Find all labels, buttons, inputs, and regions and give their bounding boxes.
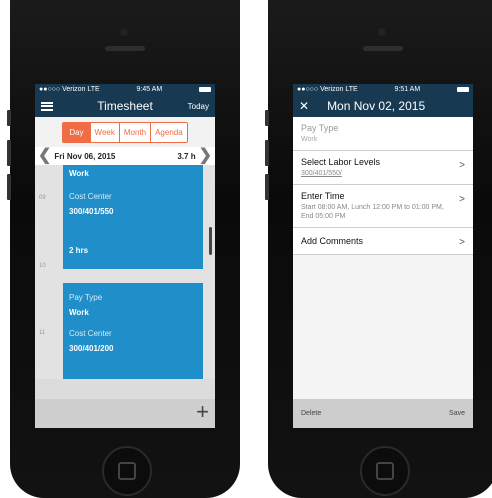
row-title: Add Comments: [301, 236, 364, 246]
plus-icon[interactable]: +: [196, 401, 209, 423]
bottom-toolbar: +: [35, 399, 215, 428]
row-subtitle: 300/401/550/: [301, 170, 342, 177]
scrollbar[interactable]: [209, 227, 212, 255]
save-button[interactable]: Save: [449, 410, 465, 417]
cost-center-label: Cost Center: [69, 192, 112, 201]
home-button: [360, 446, 410, 496]
tab-day[interactable]: Day: [63, 122, 90, 142]
current-date: Fri Nov 06, 2015: [54, 151, 116, 161]
entry-pay-value: Work: [69, 308, 89, 317]
status-bar: ●●○○○ Verizon LTE 9:51 AM: [293, 84, 473, 95]
page-title: Mon Nov 02, 2015: [327, 99, 426, 113]
battery-icon: [198, 87, 211, 92]
pay-type-label: Pay Type: [69, 293, 103, 302]
mute-switch: [7, 110, 11, 126]
timesheet-entry[interactable]: Work Cost Center 300/401/550 2 hrs: [63, 165, 203, 269]
row-title: Pay Type: [301, 123, 339, 133]
hour-label: 10: [39, 263, 46, 269]
delete-button[interactable]: Delete: [301, 410, 321, 417]
camera-icon: [378, 28, 386, 36]
carrier-label: ●●○○○ Verizon LTE: [39, 86, 100, 93]
app-header: Timesheet Today: [35, 95, 215, 117]
chevron-right-icon: >: [459, 194, 465, 205]
carrier-label: ●●○○○ Verizon LTE: [297, 86, 358, 93]
cost-center-value: 300/401/200: [69, 344, 114, 353]
volume-down-button: [265, 174, 269, 200]
row-title: Enter Time: [301, 191, 345, 201]
status-time: 9:45 AM: [136, 86, 163, 93]
pay-type-row: Pay Type Work: [293, 117, 473, 151]
tab-agenda[interactable]: Agenda: [150, 122, 187, 142]
day-timeline: 09 10 11 Work Cost Center 300/401/550 2 …: [35, 165, 215, 379]
home-button: [102, 446, 152, 496]
battery-icon: [456, 87, 469, 92]
chevron-right-icon: >: [459, 160, 465, 171]
row-subtitle: Start 08:00 AM, Lunch 12:00 PM to 01:00 …: [301, 204, 444, 220]
row-subtitle: Work: [301, 136, 318, 143]
select-labor-levels-row[interactable]: Select Labor Levels 300/401/550/ >: [293, 151, 473, 185]
chevron-right-icon[interactable]: ❯: [199, 148, 212, 164]
add-comments-row[interactable]: Add Comments >: [293, 228, 473, 255]
total-hours: 3.7 h: [177, 151, 196, 161]
view-switcher-bar: Day Week Month Agenda: [35, 117, 215, 147]
bottom-toolbar: Delete Save: [293, 399, 473, 428]
cost-center-value: 300/401/550: [69, 207, 114, 216]
tab-month[interactable]: Month: [118, 122, 151, 142]
enter-time-row[interactable]: Enter Time Start 08:00 AM, Lunch 12:00 P…: [293, 185, 473, 228]
hour-label: 09: [39, 195, 46, 201]
entry-pay-value: Work: [69, 169, 89, 178]
cost-center-label: Cost Center: [69, 329, 112, 338]
volume-down-button: [7, 174, 11, 200]
today-button[interactable]: Today: [188, 102, 209, 111]
chevron-right-icon: >: [459, 237, 465, 248]
speaker-grille: [105, 46, 145, 51]
app-header: ✕ Mon Nov 02, 2015: [293, 95, 473, 117]
right-phone: ●●○○○ Verizon LTE 9:51 AM ✕ Mon Nov 02, …: [265, 0, 492, 498]
camera-icon: [120, 28, 128, 36]
hour-label: 11: [39, 330, 46, 336]
chevron-left-icon[interactable]: ❮: [38, 148, 51, 164]
timesheet-screen: ●●○○○ Verizon LTE 9:45 AM Timesheet Toda…: [35, 84, 215, 428]
close-icon[interactable]: ✕: [299, 99, 309, 113]
row-title: Select Labor Levels: [301, 157, 381, 167]
volume-up-button: [265, 140, 269, 166]
timesheet-entry[interactable]: Pay Type Work Cost Center 300/401/200: [63, 283, 203, 379]
volume-up-button: [7, 140, 11, 166]
date-bar: ❮ Fri Nov 06, 2015 3.7 h ❯: [35, 147, 215, 165]
edit-entry-screen: ●●○○○ Verizon LTE 9:51 AM ✕ Mon Nov 02, …: [293, 84, 473, 428]
view-segmented-control: Day Week Month Agenda: [62, 121, 188, 143]
entry-duration: 2 hrs: [69, 246, 89, 255]
left-phone: ●●○○○ Verizon LTE 9:45 AM Timesheet Toda…: [7, 0, 240, 498]
mute-switch: [265, 110, 269, 126]
speaker-grille: [363, 46, 403, 51]
status-time: 9:51 AM: [394, 86, 421, 93]
tab-week[interactable]: Week: [89, 122, 119, 142]
status-bar: ●●○○○ Verizon LTE 9:45 AM: [35, 84, 215, 95]
